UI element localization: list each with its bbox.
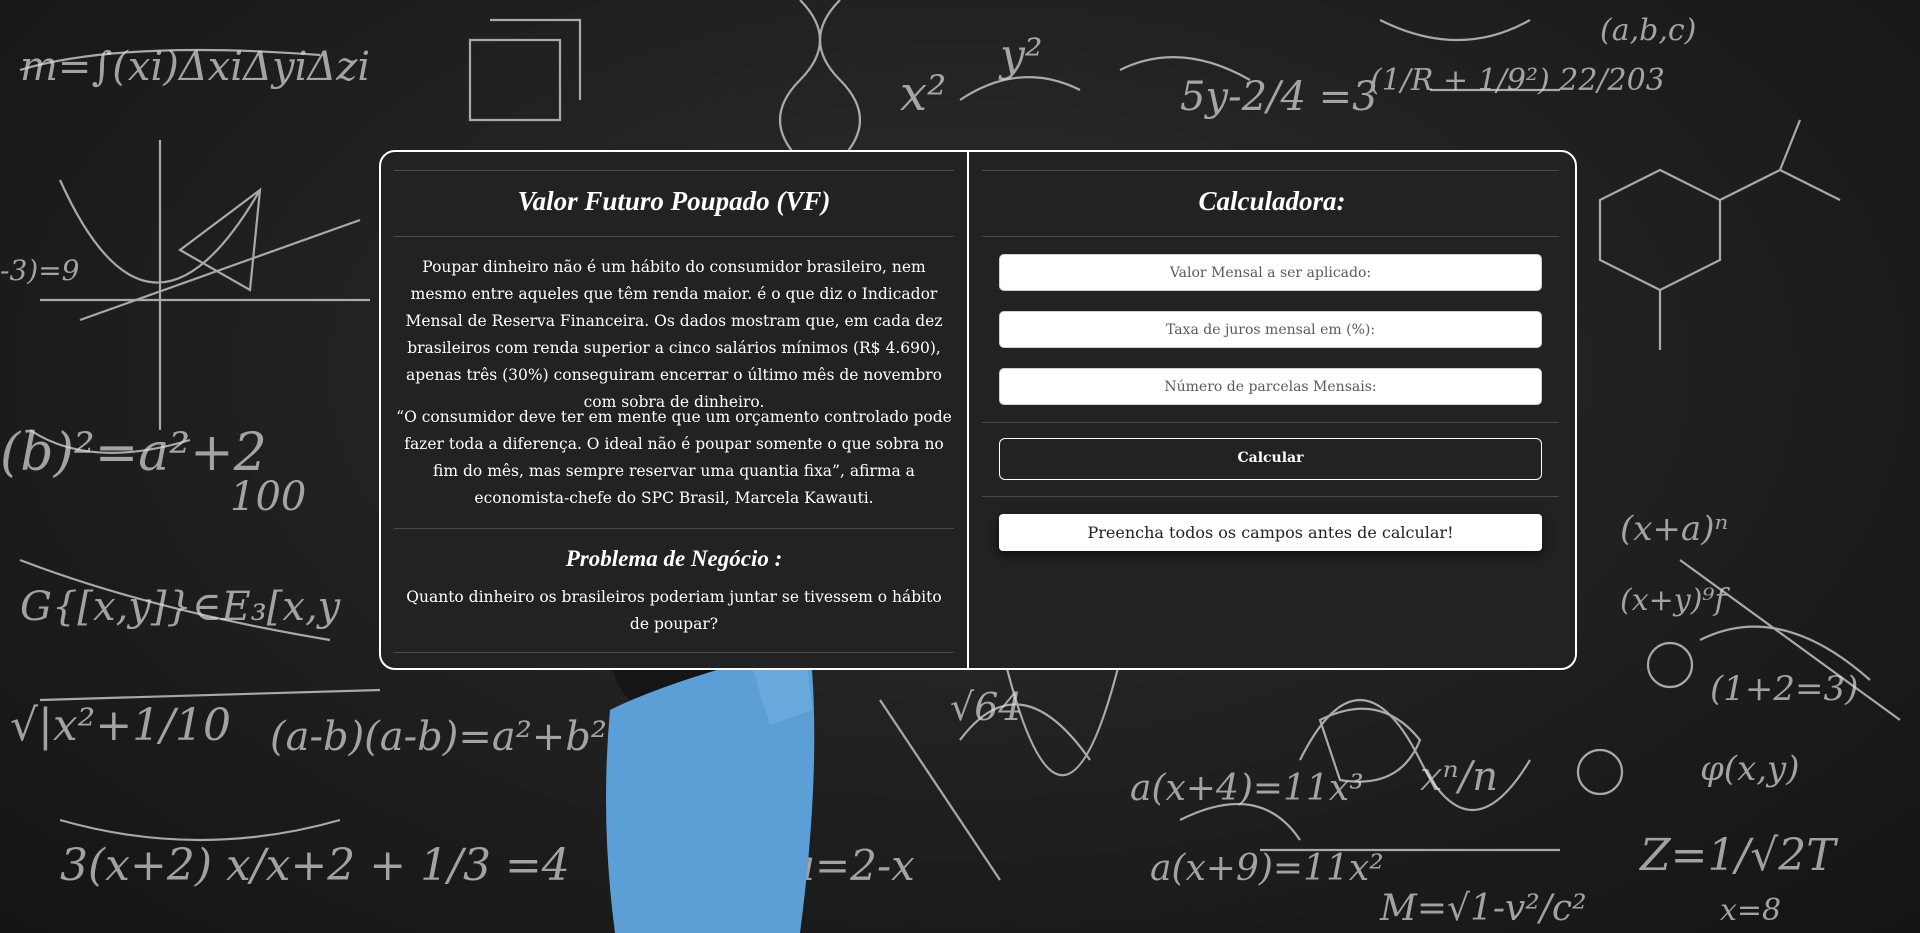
- svg-text:x²: x²: [900, 66, 946, 122]
- svg-text:(a,b,c): (a,b,c): [1600, 13, 1696, 48]
- result-message: Preencha todos os campos antes de calcul…: [999, 514, 1542, 551]
- info-panel: Valor Futuro Poupado (VF) Poupar dinheir…: [381, 152, 969, 668]
- divider: [394, 170, 954, 171]
- svg-text:-3)=9: -3)=9: [0, 254, 79, 287]
- divider: [394, 236, 954, 237]
- main-card: Valor Futuro Poupado (VF) Poupar dinheir…: [379, 150, 1577, 670]
- svg-text:(a-b)(a-b)=a²+b²: (a-b)(a-b)=a²+b²: [270, 714, 607, 760]
- svg-text:m=∫(xi)ΔxiΔyiΔzi: m=∫(xi)ΔxiΔyiΔzi: [20, 44, 370, 90]
- divider: [982, 496, 1559, 497]
- svg-text:√|x²+1/10: √|x²+1/10: [10, 700, 231, 751]
- svg-text:x=8: x=8: [1720, 893, 1781, 928]
- svg-text:G{[x,y]}∈E₃[x,y: G{[x,y]}∈E₃[x,y: [20, 584, 342, 630]
- svg-text:(1+2=3): (1+2=3): [1710, 669, 1858, 709]
- svg-text:xⁿ/n: xⁿ/n: [1420, 754, 1498, 800]
- problem-text: Quanto dinheiro os brasileiros poderiam …: [406, 588, 942, 633]
- calculator-panel: Calculadora: Calcular Preencha todos os …: [969, 152, 1575, 668]
- divider: [982, 236, 1559, 237]
- problem-title: Problema de Negócio :: [565, 546, 783, 571]
- installments-input[interactable]: [999, 368, 1542, 405]
- svg-text:5y-2/4 =3: 5y-2/4 =3: [1180, 74, 1378, 120]
- divider: [982, 422, 1559, 423]
- divider: [394, 528, 954, 529]
- calculator-title: Calculadora:: [1198, 186, 1346, 216]
- svg-text:(x+a)ⁿ: (x+a)ⁿ: [1620, 509, 1728, 549]
- svg-text:M=√1-v²/c²: M=√1-v²/c²: [1379, 888, 1587, 929]
- quote-paragraph: “O consumidor deve ter em mente que um o…: [396, 408, 952, 507]
- svg-text:100: 100: [230, 474, 306, 520]
- svg-text:√64: √64: [950, 685, 1023, 729]
- svg-text:a(x+4)=11x³: a(x+4)=11x³: [1130, 768, 1364, 809]
- svg-text:a(x+9)=11x²: a(x+9)=11x²: [1150, 848, 1384, 889]
- divider: [982, 170, 1559, 171]
- interest-rate-input[interactable]: [999, 311, 1542, 348]
- calculate-button[interactable]: Calcular: [999, 438, 1542, 480]
- svg-text:(1/R + 1/9²) 22/203: (1/R + 1/9²) 22/203: [1370, 63, 1665, 98]
- svg-text:(x+y)⁹f: (x+y)⁹f: [1620, 583, 1730, 618]
- info-title: Valor Futuro Poupado (VF): [517, 186, 831, 216]
- svg-text:y²: y²: [998, 30, 1043, 81]
- svg-text:(b)²=a²+2: (b)²=a²+2: [0, 423, 267, 483]
- divider: [394, 652, 954, 653]
- monthly-value-input[interactable]: [999, 254, 1542, 291]
- svg-text:Z=1/√2T: Z=1/√2T: [1638, 830, 1839, 881]
- intro-paragraph: Poupar dinheiro não é um hábito do consu…: [405, 258, 943, 411]
- svg-text:3(x+2) x/x+2 + 1/3 =4: 3(x+2) x/x+2 + 1/3 =4: [60, 840, 570, 891]
- svg-text:φ(x,y): φ(x,y): [1700, 749, 1800, 789]
